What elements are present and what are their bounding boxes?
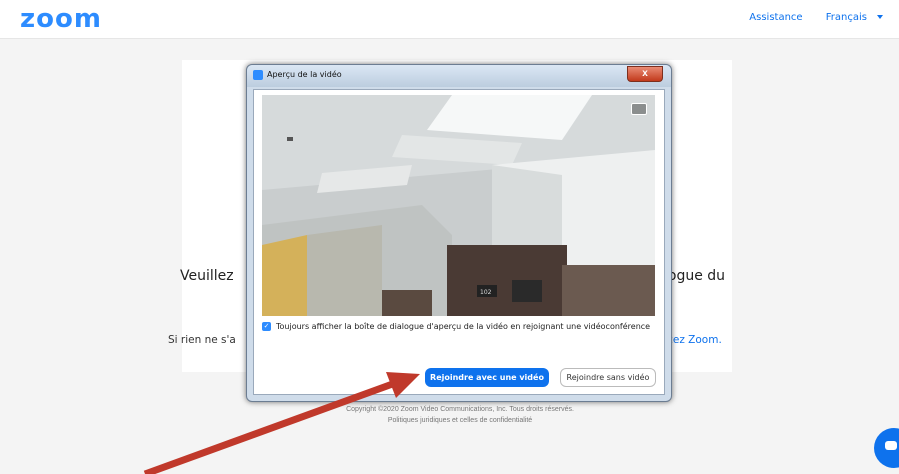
annotation-arrow [143, 372, 420, 474]
